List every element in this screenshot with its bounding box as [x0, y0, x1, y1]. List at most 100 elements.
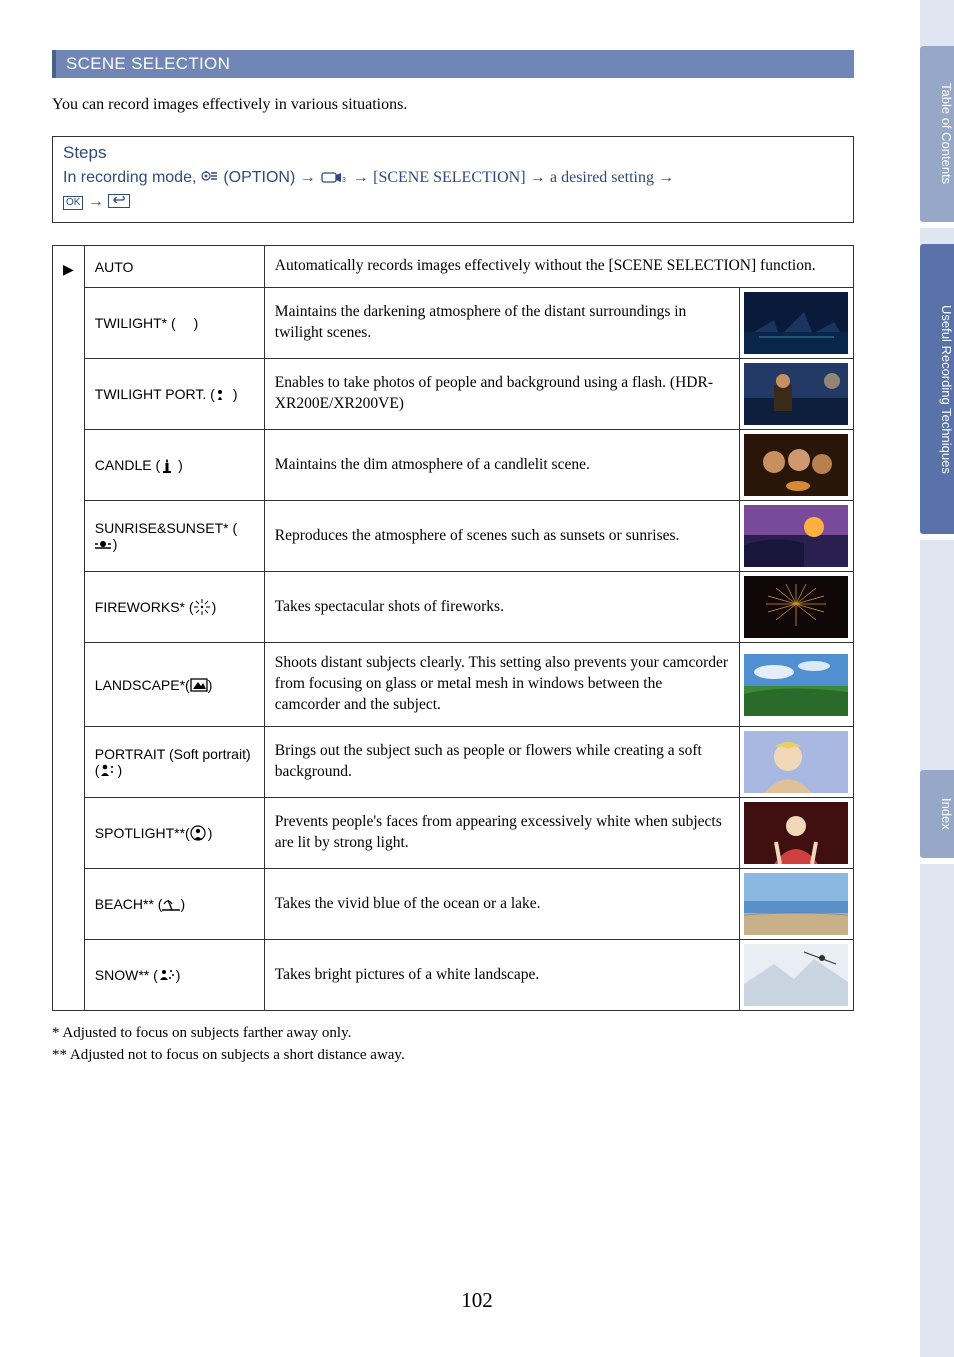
intro-text: You can record images effectively in var… [52, 94, 854, 116]
arrow-icon: → [353, 169, 369, 186]
table-row: ▶AUTOAutomatically records images effect… [53, 246, 854, 288]
option-name: AUTO [84, 246, 264, 288]
option-label-suffix: ) [233, 386, 238, 402]
tab-table-of-contents[interactable]: Table of Contents [920, 46, 954, 222]
option-description: Maintains the dim atmosphere of a candle… [264, 430, 739, 501]
thumbnail-image [744, 292, 848, 354]
table-row: SNOW** ()Takes bright pictures of a whit… [53, 940, 854, 1011]
option-thumbnail [740, 798, 854, 869]
option-description: Takes bright pictures of a white landsca… [264, 940, 739, 1011]
option-description: Automatically records images effectively… [264, 246, 853, 288]
footnote-2: ** Adjusted not to focus on subjects a s… [52, 1045, 854, 1067]
option-thumbnail [740, 869, 854, 940]
option-thumbnail [740, 288, 854, 359]
thumbnail-image [744, 731, 848, 793]
tab-spacer [920, 0, 954, 46]
table-row: CANDLE ()Maintains the dim atmosphere of… [53, 430, 854, 501]
twilight-port-icon [215, 386, 233, 402]
portrait-icon [99, 762, 117, 778]
tab-spacer [920, 864, 954, 1357]
thumbnail-image [744, 873, 848, 935]
option-description: Takes spectacular shots of fireworks. [264, 572, 739, 643]
option-name: SUNRISE&SUNSET* () [84, 501, 264, 572]
table-row: PORTRAIT (Soft portrait) ()Brings out th… [53, 727, 854, 798]
table-row: TWILIGHT* ()Maintains the darkening atmo… [53, 288, 854, 359]
footnotes: * Adjusted to focus on subjects farther … [52, 1023, 854, 1067]
tab-index[interactable]: Index [920, 770, 954, 858]
option-thumbnail [740, 430, 854, 501]
option-name: SNOW** () [84, 940, 264, 1011]
arrow-icon: → [300, 169, 316, 186]
table-row: FIREWORKS* ()Takes spectacular shots of … [53, 572, 854, 643]
tab-spacer [920, 540, 954, 770]
option-thumbnail [740, 727, 854, 798]
return-button-icon: ↩ [108, 194, 129, 208]
table-row: TWILIGHT PORT. ()Enables to take photos … [53, 359, 854, 430]
option-label: SPOTLIGHT**( [95, 825, 190, 841]
option-label-suffix: ) [208, 677, 213, 693]
option-label: SUNRISE&SUNSET* ( [95, 520, 237, 536]
tab-useful-recording-techniques[interactable]: Useful Recording Techniques [920, 244, 954, 534]
option-description: Brings out the subject such as people or… [264, 727, 739, 798]
arrow-icon: → [658, 169, 674, 186]
option-label: CANDLE ( [95, 457, 160, 473]
option-name: BEACH** () [84, 869, 264, 940]
option-name: CANDLE () [84, 430, 264, 501]
spotlight-icon [190, 825, 208, 841]
arrow-icon: → [530, 169, 546, 186]
options-table: ▶AUTOAutomatically records images effect… [52, 245, 854, 1011]
option-description: Shoots distant subjects clearly. This se… [264, 643, 739, 727]
option-label: FIREWORKS* ( [95, 599, 194, 615]
side-tabs: Table of Contents Useful Recording Techn… [920, 0, 954, 1357]
thumbnail-image [744, 363, 848, 425]
fireworks-icon [194, 599, 212, 615]
option-thumbnail [740, 359, 854, 430]
table-row: LANDSCAPE*()Shoots distant subjects clea… [53, 643, 854, 727]
thumbnail-image [744, 576, 848, 638]
option-label-suffix: ) [113, 536, 118, 552]
candle-icon [160, 457, 178, 473]
option-name: SPOTLIGHT**() [84, 798, 264, 869]
option-thumbnail [740, 572, 854, 643]
option-label-suffix: ) [178, 457, 183, 473]
steps-menu-item: [SCENE SELECTION] [373, 169, 529, 186]
option-label-suffix: ) [176, 967, 181, 983]
option-label: AUTO [95, 259, 134, 275]
option-description: Takes the vivid blue of the ocean or a l… [264, 869, 739, 940]
steps-title: Steps [63, 143, 843, 163]
table-row: BEACH** ()Takes the vivid blue of the oc… [53, 869, 854, 940]
table-row: SUNRISE&SUNSET* ()Reproduces the atmosph… [53, 501, 854, 572]
thumbnail-image [744, 802, 848, 864]
option-label-suffix: ) [194, 315, 199, 331]
option-thumbnail [740, 940, 854, 1011]
option-thumbnail [740, 501, 854, 572]
thumbnail-image [744, 944, 848, 1006]
option-name: FIREWORKS* () [84, 572, 264, 643]
steps-option-label: (OPTION) [223, 169, 299, 186]
beach-icon [162, 896, 180, 912]
option-label: BEACH** ( [95, 896, 163, 912]
steps-instruction: In recording mode, (OPTION) → → [SCENE S… [63, 166, 843, 214]
ok-button-icon: OK [63, 196, 83, 210]
steps-suffix: a desired setting [550, 169, 658, 186]
option-icon [201, 171, 219, 185]
sunset-icon [95, 536, 113, 552]
option-name: LANDSCAPE*() [84, 643, 264, 727]
option-label: SNOW** ( [95, 967, 158, 983]
footnote-1: * Adjusted to focus on subjects farther … [52, 1023, 854, 1045]
option-description: Reproduces the atmosphere of scenes such… [264, 501, 739, 572]
thumbnail-image [744, 505, 848, 567]
option-label: TWILIGHT* ( [95, 315, 176, 331]
arrow-icon: → [88, 193, 104, 210]
moon-icon [176, 315, 194, 331]
option-name: TWILIGHT PORT. () [84, 359, 264, 430]
option-thumbnail [740, 643, 854, 727]
tab-spacer [920, 228, 954, 244]
option-description: Enables to take photos of people and bac… [264, 359, 739, 430]
option-label: TWILIGHT PORT. ( [95, 386, 215, 402]
section-header: SCENE SELECTION [52, 50, 854, 78]
option-name: PORTRAIT (Soft portrait) () [84, 727, 264, 798]
option-description: Maintains the darkening atmosphere of th… [264, 288, 739, 359]
snow-icon [158, 967, 176, 983]
option-name: TWILIGHT* () [84, 288, 264, 359]
